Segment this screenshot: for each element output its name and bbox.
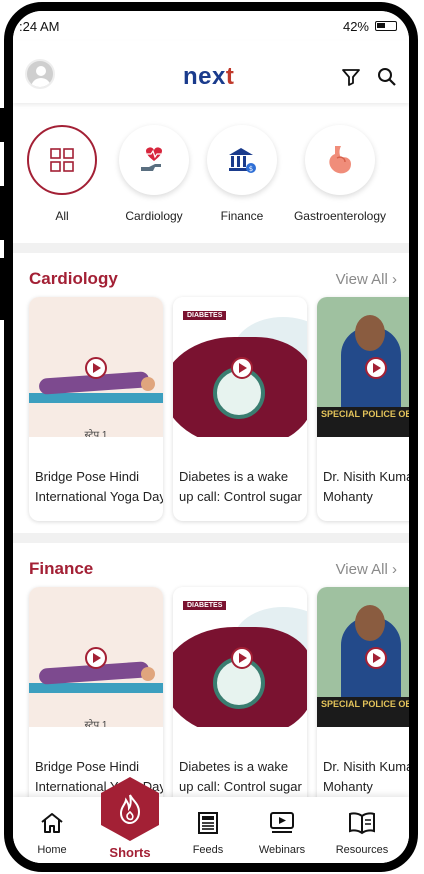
category-cardiology[interactable]: Cardiology bbox=[109, 125, 199, 223]
category-label: Gastroenterology bbox=[293, 209, 387, 223]
phone-bezel: :24 AM 42% next All Cardiology $ Finance… bbox=[4, 2, 418, 872]
battery-icon bbox=[375, 21, 397, 31]
nav-feeds[interactable]: Feeds bbox=[173, 811, 243, 856]
screen: :24 AM 42% next All Cardiology $ Finance… bbox=[13, 11, 409, 863]
nav-resources[interactable]: Resources bbox=[327, 811, 397, 856]
search-icon[interactable] bbox=[377, 67, 397, 87]
play-icon[interactable] bbox=[85, 357, 107, 379]
video-card[interactable]: SPECIAL POLICE OBS Dr. Nisith Kumar Mohan… bbox=[317, 587, 409, 811]
card-title: Diabetes is a wake up call: Control sugar bbox=[179, 469, 302, 504]
play-icon[interactable] bbox=[85, 647, 107, 669]
feeds-icon bbox=[198, 812, 218, 834]
nav-home[interactable]: Home bbox=[17, 811, 87, 856]
video-thumbnail: DIABETES bbox=[173, 587, 307, 727]
video-card[interactable]: स्टेप 1 Bridge Pose Hindi International Y… bbox=[29, 297, 163, 521]
bank-icon: $ bbox=[207, 125, 277, 195]
grid-icon bbox=[27, 125, 97, 195]
view-all-finance[interactable]: View All › bbox=[336, 561, 397, 578]
nav-label: Webinars bbox=[258, 844, 306, 856]
card-title: Bridge Pose Hindi International Yoga Day bbox=[35, 469, 163, 504]
webinar-icon bbox=[270, 812, 294, 833]
play-icon[interactable] bbox=[231, 357, 253, 379]
battery-percent: 42% bbox=[342, 19, 369, 34]
home-icon bbox=[41, 813, 63, 833]
video-card[interactable]: स्टेप 1 Bridge Pose Hindi International Y… bbox=[29, 587, 163, 811]
card-row-finance: स्टेप 1 Bridge Pose Hindi International Y… bbox=[29, 587, 409, 817]
status-time: :24 AM bbox=[19, 19, 60, 34]
video-card[interactable]: DIABETES Diabetes is a wake up call: Cont… bbox=[173, 587, 307, 811]
category-label: All bbox=[55, 209, 69, 223]
play-icon[interactable] bbox=[365, 357, 387, 379]
category-label: Finance bbox=[220, 209, 264, 223]
video-card[interactable]: DIABETES Diabetes is a wake up call: Cont… bbox=[173, 297, 307, 521]
video-thumbnail: स्टेप 1 bbox=[29, 297, 163, 437]
card-title: Dr. Nisith Kumar Mohanty bbox=[323, 469, 409, 504]
play-icon[interactable] bbox=[231, 647, 253, 669]
avatar[interactable] bbox=[25, 59, 55, 89]
section-divider bbox=[13, 533, 409, 543]
heart-hand-icon bbox=[119, 125, 189, 195]
status-bar: :24 AM 42% bbox=[13, 11, 409, 41]
section-title-cardiology: Cardiology bbox=[29, 269, 118, 288]
video-thumbnail: SPECIAL POLICE OBS bbox=[317, 587, 409, 727]
play-icon[interactable] bbox=[365, 647, 387, 669]
flame-icon bbox=[119, 794, 141, 825]
stomach-icon bbox=[305, 125, 375, 195]
filter-icon[interactable] bbox=[341, 67, 361, 87]
video-thumbnail: SPECIAL POLICE OBS bbox=[317, 297, 409, 437]
card-title: Dr. Nisith Kumar Mohanty bbox=[323, 759, 409, 794]
video-thumbnail: DIABETES bbox=[173, 297, 307, 437]
nav-label: Home bbox=[37, 844, 67, 856]
category-label: Cardiology bbox=[125, 209, 183, 223]
svg-text:$: $ bbox=[249, 165, 253, 173]
app-header: next bbox=[13, 41, 409, 103]
card-row-cardiology: स्टेप 1 Bridge Pose Hindi International Y… bbox=[29, 297, 409, 527]
card-title: Diabetes is a wake up call: Control sugar bbox=[179, 759, 302, 794]
category-row: All Cardiology $ Finance Gastroenterolog… bbox=[13, 125, 409, 235]
bottom-nav: Home Shorts Feeds Webinars Resources bbox=[13, 777, 409, 863]
nav-label-shorts[interactable]: Shorts bbox=[101, 845, 159, 860]
view-all-cardiology[interactable]: View All › bbox=[336, 271, 397, 288]
video-thumbnail: स्टेप 1 bbox=[29, 587, 163, 727]
category-finance[interactable]: $ Finance bbox=[197, 125, 287, 223]
category-all[interactable]: All bbox=[17, 125, 107, 223]
nav-webinars[interactable]: Webinars bbox=[247, 811, 317, 856]
section-divider bbox=[13, 243, 409, 253]
section-title-finance: Finance bbox=[29, 559, 94, 578]
app-logo: next bbox=[183, 63, 235, 90]
nav-label: Resources bbox=[335, 844, 389, 856]
phone-frame: :24 AM 42% next All Cardiology $ Finance… bbox=[0, 0, 424, 874]
book-icon bbox=[349, 812, 375, 835]
video-card[interactable]: SPECIAL POLICE OBS Dr. Nisith Kumar Mohan… bbox=[317, 297, 409, 521]
category-gastroenterology[interactable]: Gastroenterology bbox=[285, 125, 395, 223]
nav-label: Feeds bbox=[192, 844, 224, 856]
